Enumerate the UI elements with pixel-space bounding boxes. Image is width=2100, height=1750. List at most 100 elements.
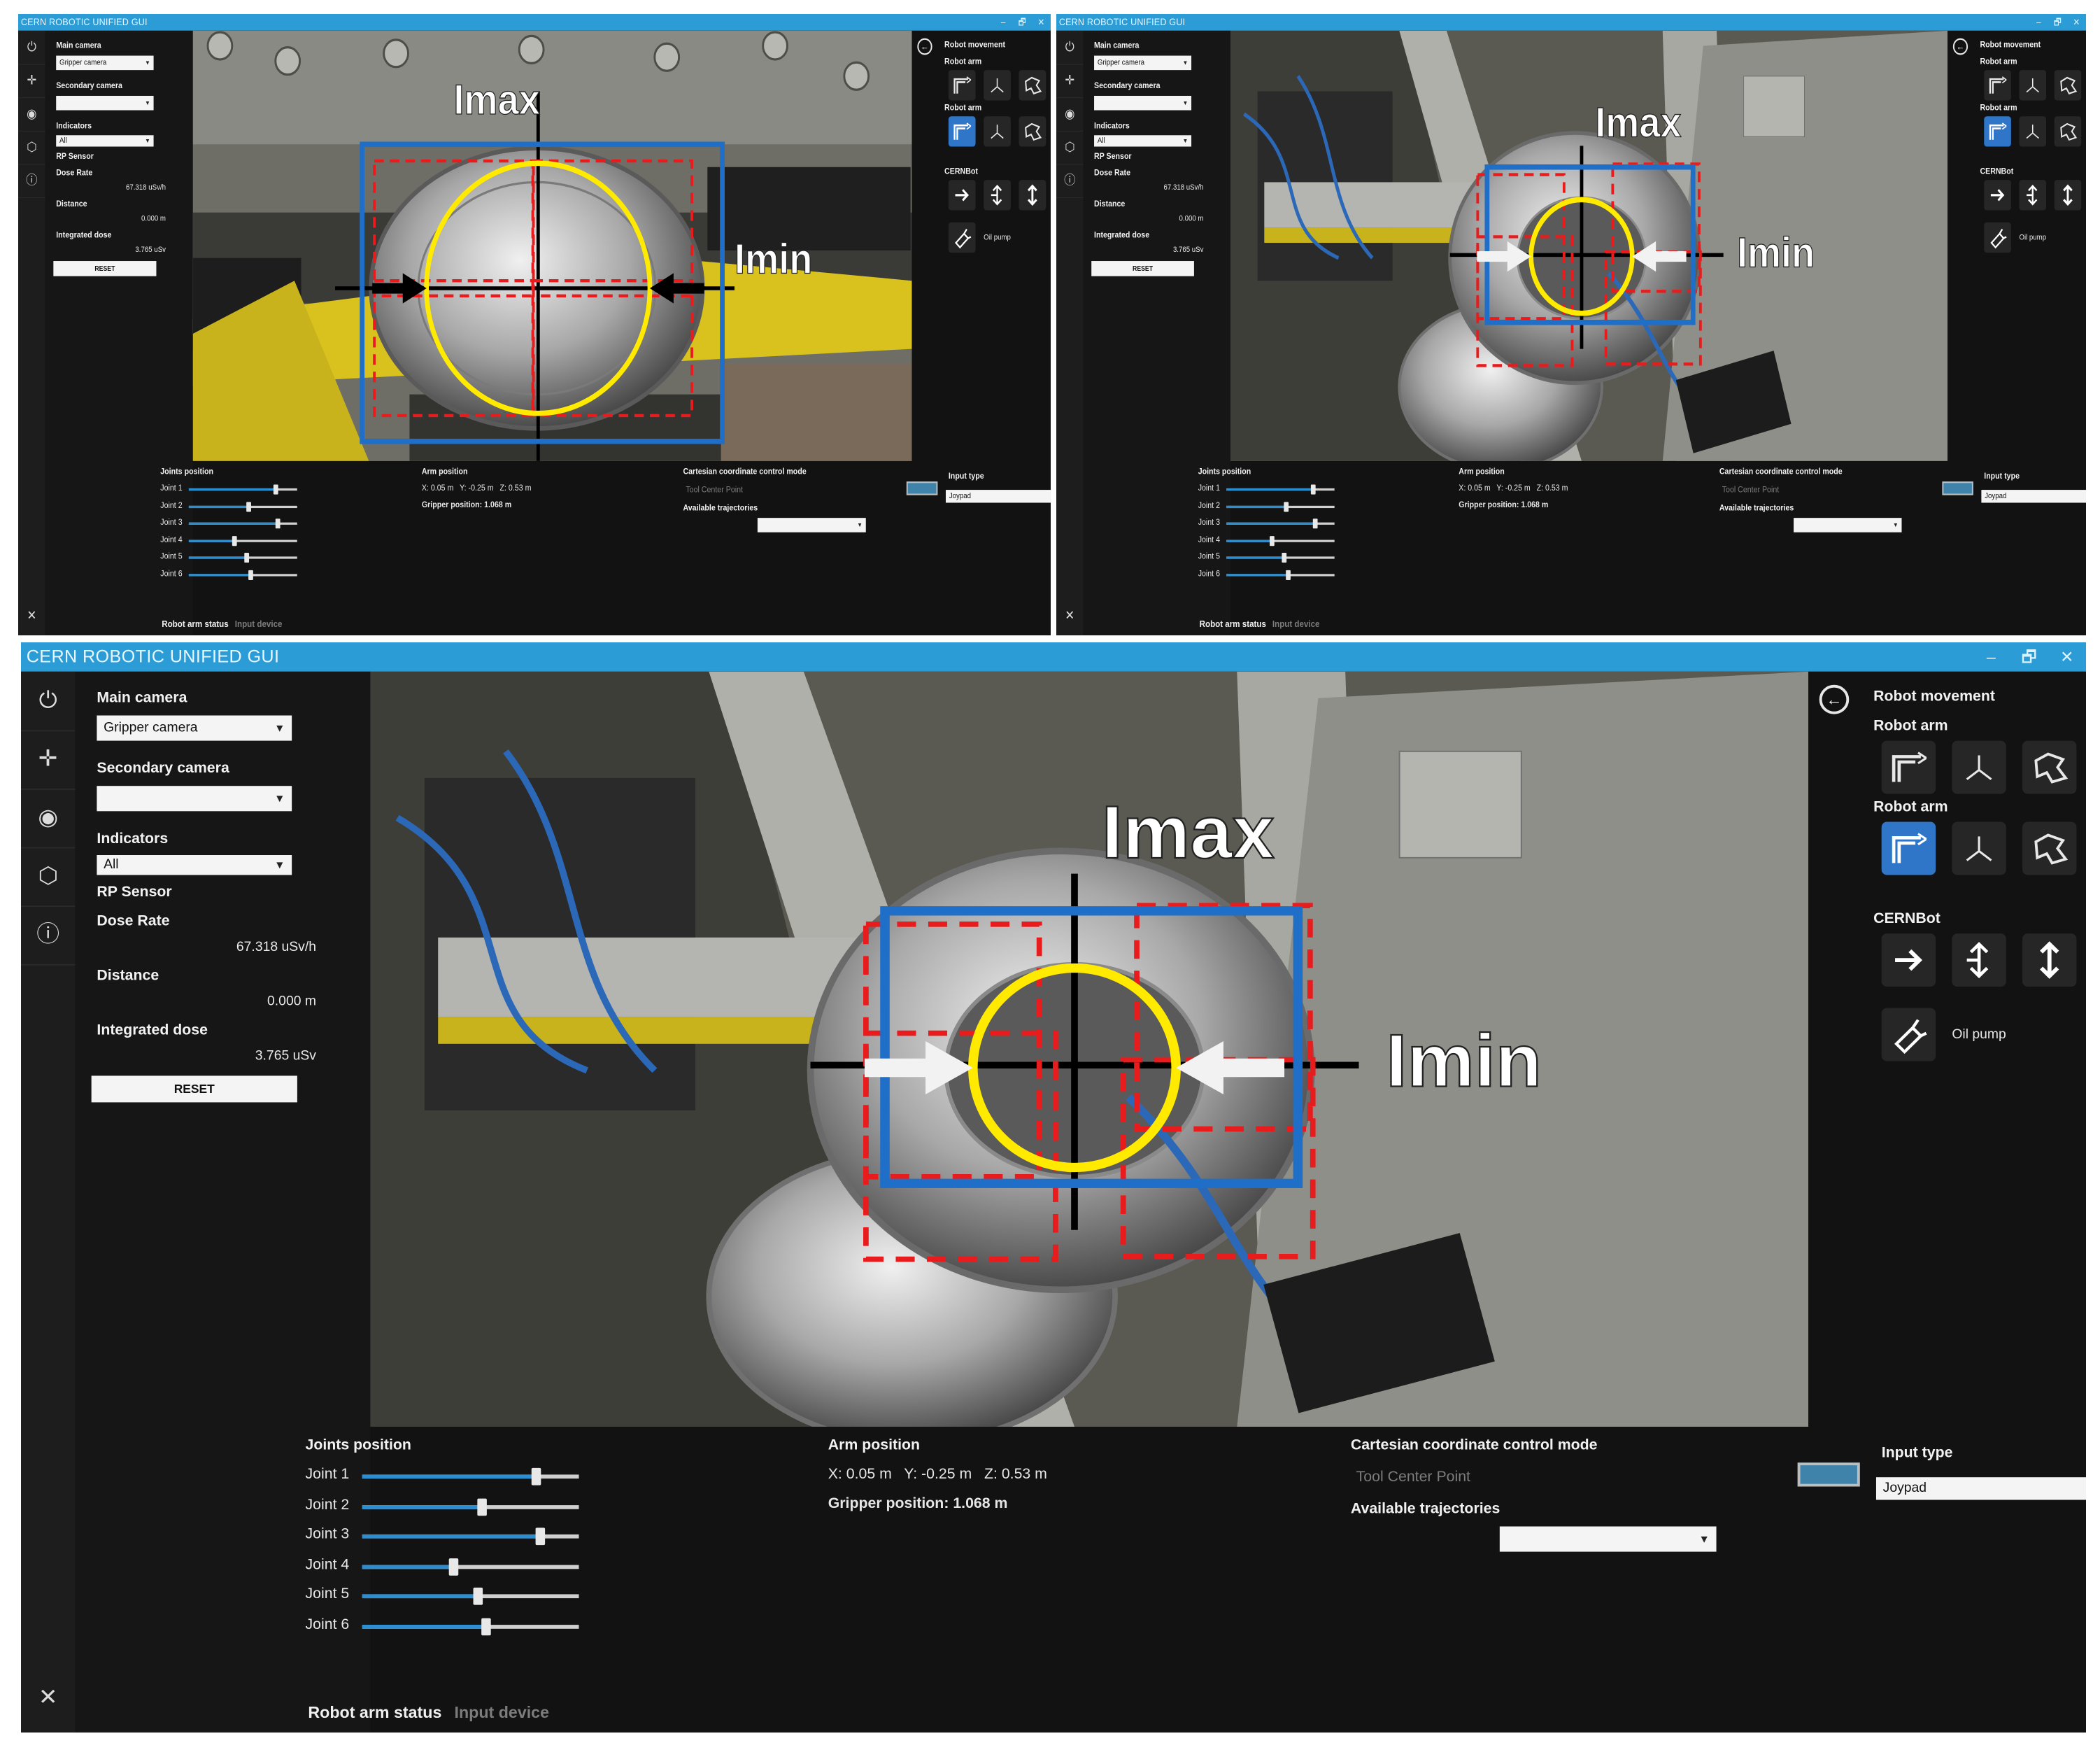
eye-icon[interactable]: ◉ bbox=[21, 789, 76, 849]
cartesian-mode-button[interactable] bbox=[984, 70, 1011, 101]
oil-pump-button[interactable] bbox=[948, 222, 976, 253]
joint-slider-thumb[interactable] bbox=[481, 1617, 492, 1635]
input-type-select[interactable]: Joypad ▼ bbox=[1875, 1477, 2086, 1500]
joint-slider-thumb[interactable] bbox=[531, 1467, 541, 1486]
joint-slider[interactable] bbox=[188, 484, 297, 495]
indicators-select[interactable]: All ▼ bbox=[97, 855, 292, 875]
camera-feed[interactable]: Imax Imin bbox=[1230, 30, 1948, 461]
settings-hex-icon[interactable]: ⬡ bbox=[1056, 131, 1084, 165]
joint-slider[interactable] bbox=[362, 1587, 579, 1605]
back-arrow-icon[interactable]: ← bbox=[1819, 684, 1850, 714]
cernbot-forward-button[interactable] bbox=[1984, 180, 2011, 211]
info-icon[interactable]: ⓘ bbox=[18, 164, 45, 199]
reset-button[interactable]: RESET bbox=[91, 1075, 297, 1103]
minimize-icon[interactable]: – bbox=[1972, 642, 2010, 672]
power-icon[interactable]: ⏻ bbox=[18, 31, 45, 65]
joint-mode-button-active[interactable] bbox=[1881, 821, 1936, 875]
minimize-icon[interactable]: – bbox=[2029, 14, 2048, 31]
indicators-select[interactable]: All ▼ bbox=[1094, 135, 1192, 147]
camera-feed[interactable]: Imax Imin bbox=[370, 671, 1809, 1427]
joint-slider[interactable] bbox=[362, 1617, 579, 1635]
joint-slider-thumb[interactable] bbox=[1282, 552, 1286, 563]
restore-icon[interactable]: 🗗 bbox=[2010, 642, 2048, 672]
oil-pump-button[interactable] bbox=[1881, 1008, 1936, 1061]
main-camera-select[interactable]: Gripper camera ▼ bbox=[56, 55, 154, 71]
tcp-toggle[interactable] bbox=[906, 481, 938, 495]
camera-feed[interactable]: Imax Imin bbox=[192, 30, 912, 461]
tools-icon[interactable]: ✕ bbox=[1056, 599, 1084, 633]
joint-mode-button[interactable] bbox=[1881, 740, 1936, 794]
joint-slider-thumb[interactable] bbox=[273, 484, 278, 495]
joint-slider[interactable] bbox=[188, 518, 297, 529]
main-camera-select[interactable]: Gripper camera ▼ bbox=[97, 715, 292, 741]
input-type-select[interactable]: Joypad ▼ bbox=[945, 490, 1051, 503]
joint-slider[interactable] bbox=[1226, 518, 1335, 529]
minimize-icon[interactable]: – bbox=[994, 14, 1013, 31]
joint-slider-thumb[interactable] bbox=[1270, 535, 1275, 546]
move-icon[interactable]: ✛ bbox=[18, 64, 45, 99]
cernbot-vertical-button[interactable] bbox=[2054, 180, 2082, 211]
cartesian-mode-button[interactable] bbox=[984, 116, 1011, 147]
joint-slider[interactable] bbox=[362, 1527, 579, 1546]
trajectories-select[interactable]: ▼ bbox=[1794, 518, 1902, 532]
joint-slider[interactable] bbox=[1226, 552, 1335, 563]
eye-icon[interactable]: ◉ bbox=[1056, 97, 1084, 132]
tool-mode-button[interactable] bbox=[2054, 116, 2082, 147]
cernbot-vertical-button[interactable] bbox=[2022, 933, 2077, 987]
joint-slider[interactable] bbox=[1226, 484, 1335, 495]
cartesian-mode-button[interactable] bbox=[2019, 116, 2047, 147]
joint-slider[interactable] bbox=[1226, 570, 1335, 580]
joint-slider-thumb[interactable] bbox=[1284, 501, 1289, 511]
cartesian-mode-button[interactable] bbox=[2019, 70, 2047, 101]
joint-slider-thumb[interactable] bbox=[232, 535, 237, 546]
settings-hex-icon[interactable]: ⬡ bbox=[18, 131, 45, 165]
joint-slider[interactable] bbox=[362, 1558, 579, 1575]
joint-mode-button[interactable] bbox=[1984, 70, 2011, 101]
close-icon[interactable]: ✕ bbox=[2067, 14, 2086, 31]
cernbot-forward-button[interactable] bbox=[948, 180, 976, 211]
secondary-camera-select[interactable]: ▼ bbox=[97, 786, 292, 812]
restore-icon[interactable]: 🗗 bbox=[2048, 14, 2067, 31]
joint-slider-thumb[interactable] bbox=[1310, 484, 1316, 495]
joint-slider-thumb[interactable] bbox=[535, 1527, 546, 1546]
settings-hex-icon[interactable]: ⬡ bbox=[21, 847, 76, 908]
joint-mode-button-active[interactable] bbox=[1984, 116, 2011, 147]
power-icon[interactable]: ⏻ bbox=[21, 672, 76, 732]
joint-slider-thumb[interactable] bbox=[248, 570, 254, 580]
joint-slider-thumb[interactable] bbox=[473, 1587, 483, 1605]
reset-button[interactable]: RESET bbox=[1091, 261, 1194, 276]
tcp-toggle[interactable] bbox=[1797, 1462, 1860, 1487]
joint-mode-button-active[interactable] bbox=[948, 116, 976, 147]
joint-slider-thumb[interactable] bbox=[244, 552, 249, 563]
eye-icon[interactable]: ◉ bbox=[18, 97, 45, 132]
trajectories-select[interactable]: ▼ bbox=[757, 518, 866, 532]
cernbot-lateral-button[interactable] bbox=[1952, 933, 2006, 987]
move-icon[interactable]: ✛ bbox=[1056, 64, 1084, 99]
joint-slider[interactable] bbox=[362, 1497, 579, 1516]
power-icon[interactable]: ⏻ bbox=[1056, 31, 1084, 65]
secondary-camera-select[interactable]: ▼ bbox=[56, 95, 154, 111]
tool-mode-button[interactable] bbox=[2022, 740, 2077, 794]
joint-slider[interactable] bbox=[188, 570, 297, 580]
joint-slider-thumb[interactable] bbox=[1312, 518, 1318, 529]
tools-icon[interactable]: ✕ bbox=[18, 599, 45, 633]
info-icon[interactable]: ⓘ bbox=[21, 905, 76, 966]
move-icon[interactable]: ✛ bbox=[21, 730, 76, 790]
joint-slider-thumb[interactable] bbox=[275, 518, 281, 529]
joint-slider-thumb[interactable] bbox=[449, 1558, 459, 1575]
joint-slider-thumb[interactable] bbox=[477, 1497, 487, 1516]
main-camera-select[interactable]: Gripper camera ▼ bbox=[1094, 55, 1192, 71]
indicators-select[interactable]: All ▼ bbox=[56, 135, 154, 147]
tool-mode-button[interactable] bbox=[2022, 821, 2077, 875]
cernbot-forward-button[interactable] bbox=[1881, 933, 1936, 987]
joint-slider[interactable] bbox=[1226, 535, 1335, 546]
tool-mode-button[interactable] bbox=[2054, 70, 2082, 101]
reset-button[interactable]: RESET bbox=[53, 261, 157, 276]
tool-mode-button[interactable] bbox=[1019, 116, 1047, 147]
trajectories-select[interactable]: ▼ bbox=[1499, 1526, 1717, 1552]
cernbot-vertical-button[interactable] bbox=[1019, 180, 1047, 211]
cernbot-lateral-button[interactable] bbox=[984, 180, 1011, 211]
tool-mode-button[interactable] bbox=[1019, 70, 1047, 101]
close-icon[interactable]: ✕ bbox=[2048, 642, 2086, 672]
cernbot-lateral-button[interactable] bbox=[2019, 180, 2047, 211]
